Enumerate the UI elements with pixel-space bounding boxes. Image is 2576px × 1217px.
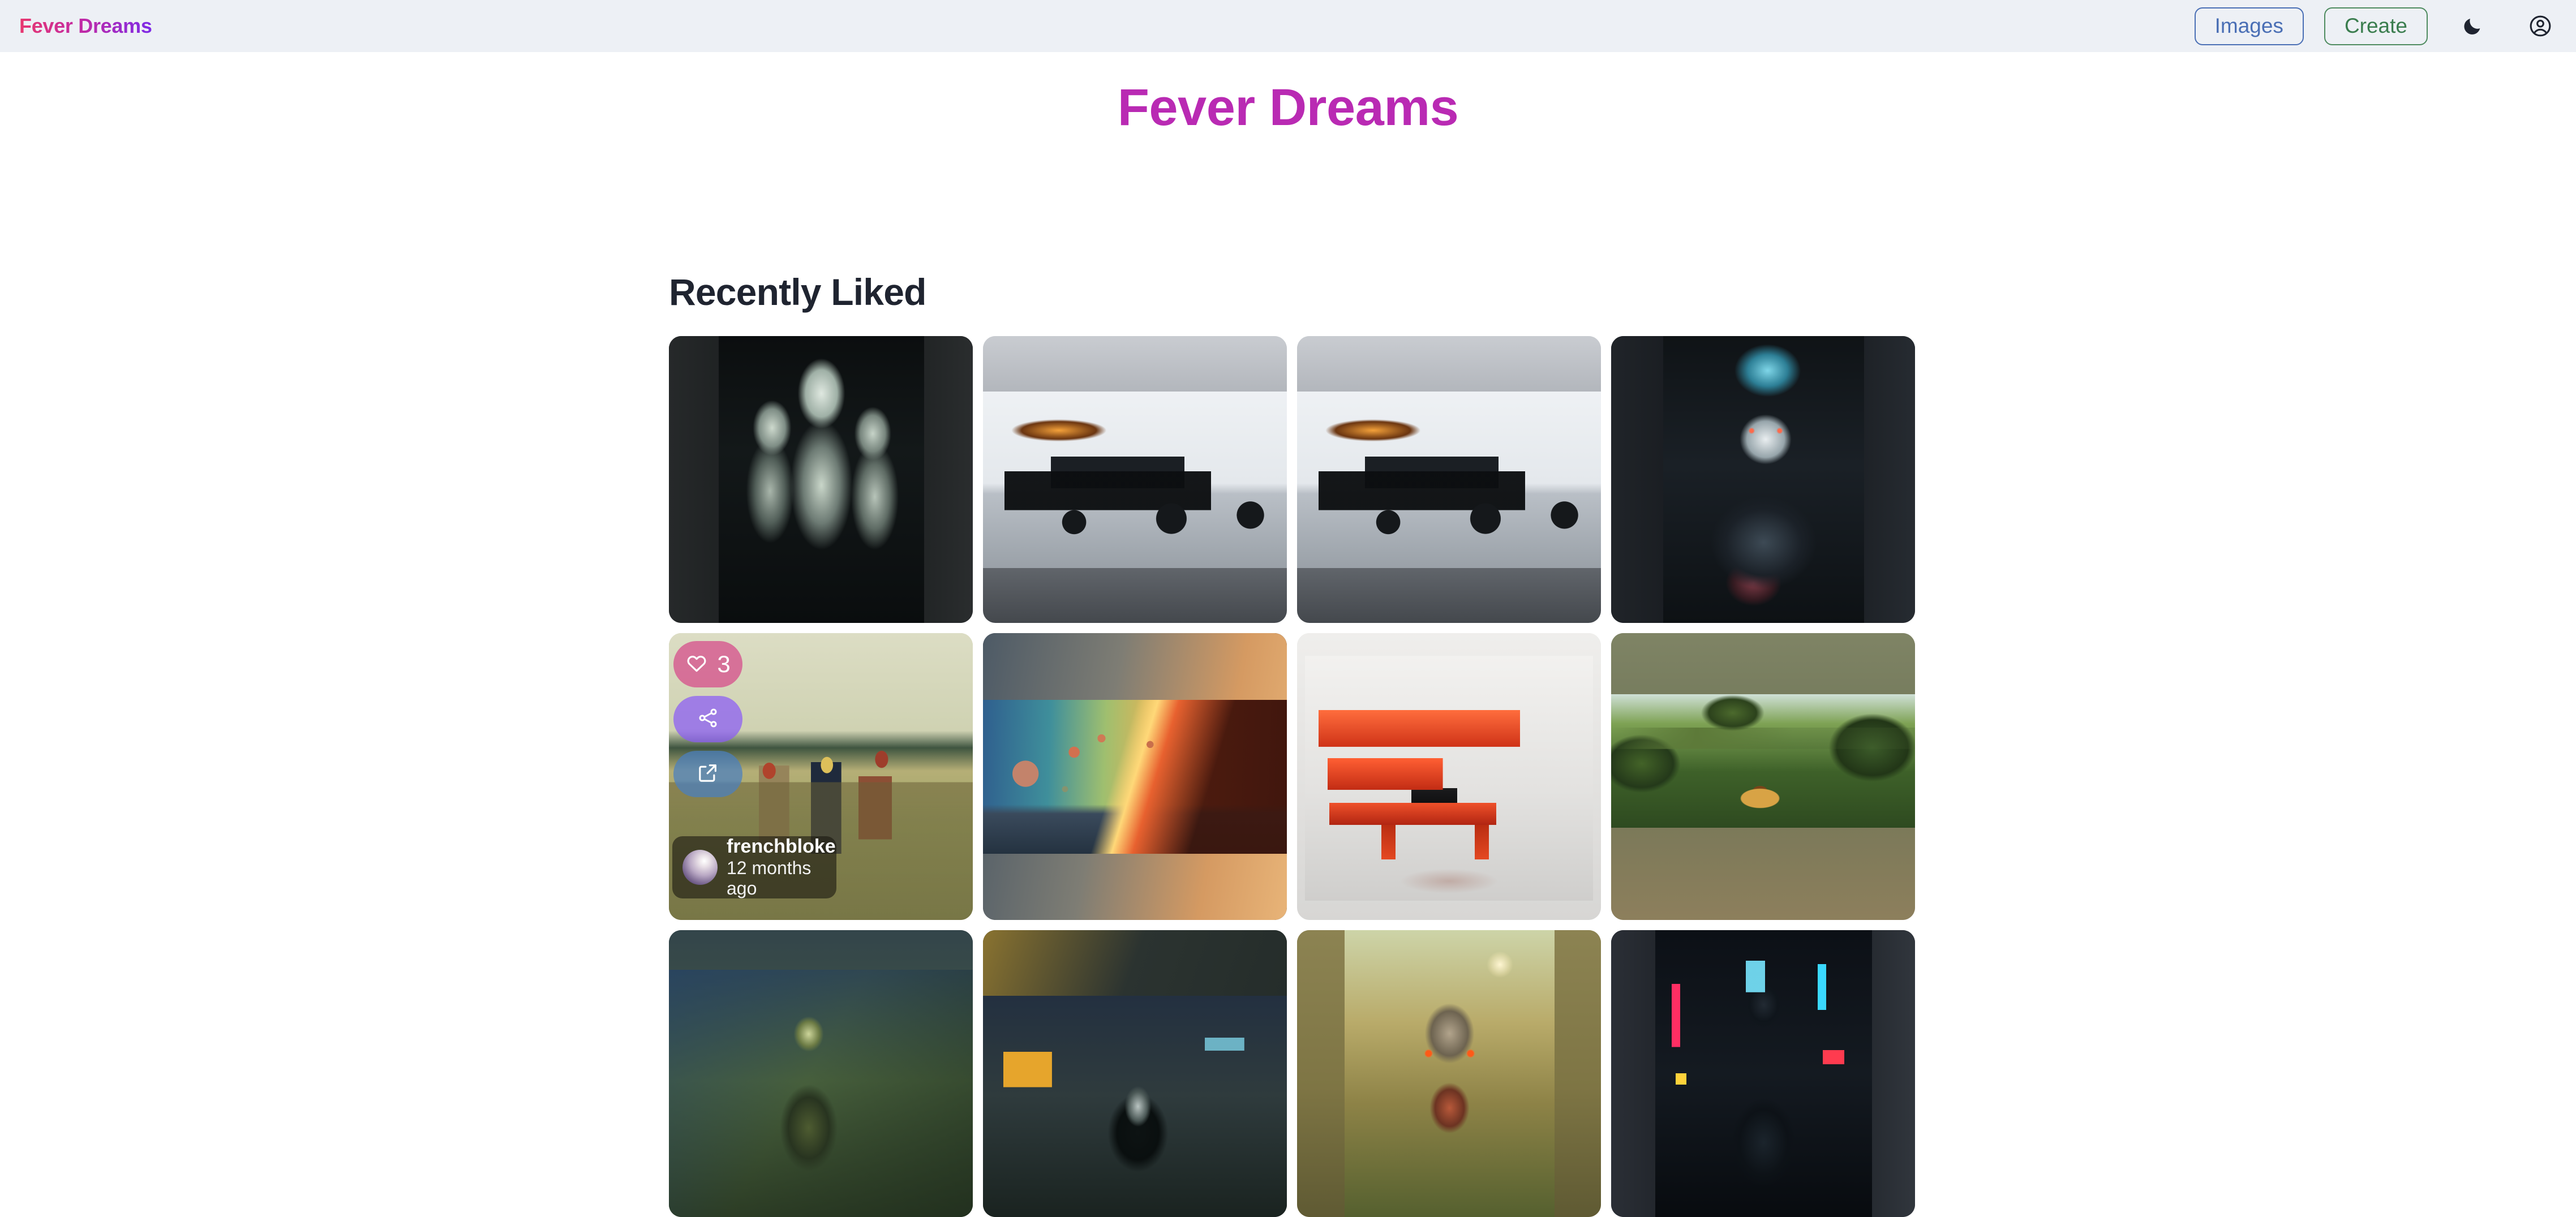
like-count: 3 bbox=[717, 651, 731, 677]
create-button[interactable]: Create bbox=[2324, 7, 2428, 45]
artwork-thumbnail bbox=[1611, 930, 1915, 1217]
tile-hover-overlay: 3 frenchbloke 12 months ago bbox=[669, 633, 973, 920]
artwork-thumbnail bbox=[1297, 336, 1601, 623]
open-external-button[interactable] bbox=[673, 751, 742, 797]
image-grid: 3 frenchbloke 12 months ago bbox=[669, 336, 1918, 1217]
gallery-tile[interactable] bbox=[1611, 633, 1915, 920]
gallery-tile[interactable] bbox=[1297, 633, 1601, 920]
author-username: frenchbloke bbox=[727, 836, 836, 858]
artwork-thumbnail bbox=[1297, 633, 1601, 920]
artwork-thumbnail bbox=[983, 633, 1287, 920]
like-button[interactable]: 3 bbox=[673, 641, 742, 687]
artwork-thumbnail bbox=[669, 336, 973, 623]
moon-icon[interactable] bbox=[2454, 7, 2491, 45]
gallery-tile-hovered[interactable]: 3 frenchbloke 12 months ago bbox=[669, 633, 973, 920]
author-meta-bar[interactable]: frenchbloke 12 months ago bbox=[672, 836, 836, 898]
nav-actions: Images Create bbox=[2194, 7, 2561, 45]
gallery-tile[interactable] bbox=[1297, 930, 1601, 1217]
gallery-tile[interactable] bbox=[983, 930, 1287, 1217]
share-icon bbox=[697, 707, 719, 732]
gallery-tile[interactable] bbox=[1297, 336, 1601, 623]
share-button[interactable] bbox=[673, 696, 742, 742]
gallery-tile[interactable] bbox=[983, 633, 1287, 920]
tile-action-buttons: 3 bbox=[673, 641, 742, 797]
gallery-tile[interactable] bbox=[1611, 336, 1915, 623]
artwork-thumbnail bbox=[1297, 930, 1601, 1217]
artwork-thumbnail bbox=[669, 930, 973, 1217]
images-button[interactable]: Images bbox=[2194, 7, 2304, 45]
avatar bbox=[682, 850, 718, 885]
artwork-thumbnail bbox=[983, 930, 1287, 1217]
heart-icon bbox=[685, 652, 708, 677]
gallery-tile[interactable] bbox=[669, 930, 973, 1217]
author-timestamp: 12 months ago bbox=[727, 858, 812, 899]
artwork-thumbnail bbox=[1611, 633, 1915, 920]
page-title: Fever Dreams bbox=[1117, 79, 1459, 136]
top-navigation-bar: Fever Dreams Images Create bbox=[0, 0, 2576, 52]
artwork-thumbnail bbox=[983, 336, 1287, 623]
external-link-icon bbox=[697, 762, 719, 787]
author-meta-text: frenchbloke 12 months ago bbox=[727, 836, 836, 899]
gallery-tile[interactable] bbox=[983, 336, 1287, 623]
gallery-tile[interactable] bbox=[1611, 930, 1915, 1217]
account-circle-icon[interactable] bbox=[2522, 7, 2559, 45]
artwork-thumbnail bbox=[1611, 336, 1915, 623]
section-heading: Recently Liked bbox=[669, 271, 926, 313]
brand-logo[interactable]: Fever Dreams bbox=[19, 14, 152, 38]
recently-liked-section: Recently Liked 3 frenchbloke 12 months a… bbox=[669, 270, 1918, 1217]
gallery-tile[interactable] bbox=[669, 336, 973, 623]
